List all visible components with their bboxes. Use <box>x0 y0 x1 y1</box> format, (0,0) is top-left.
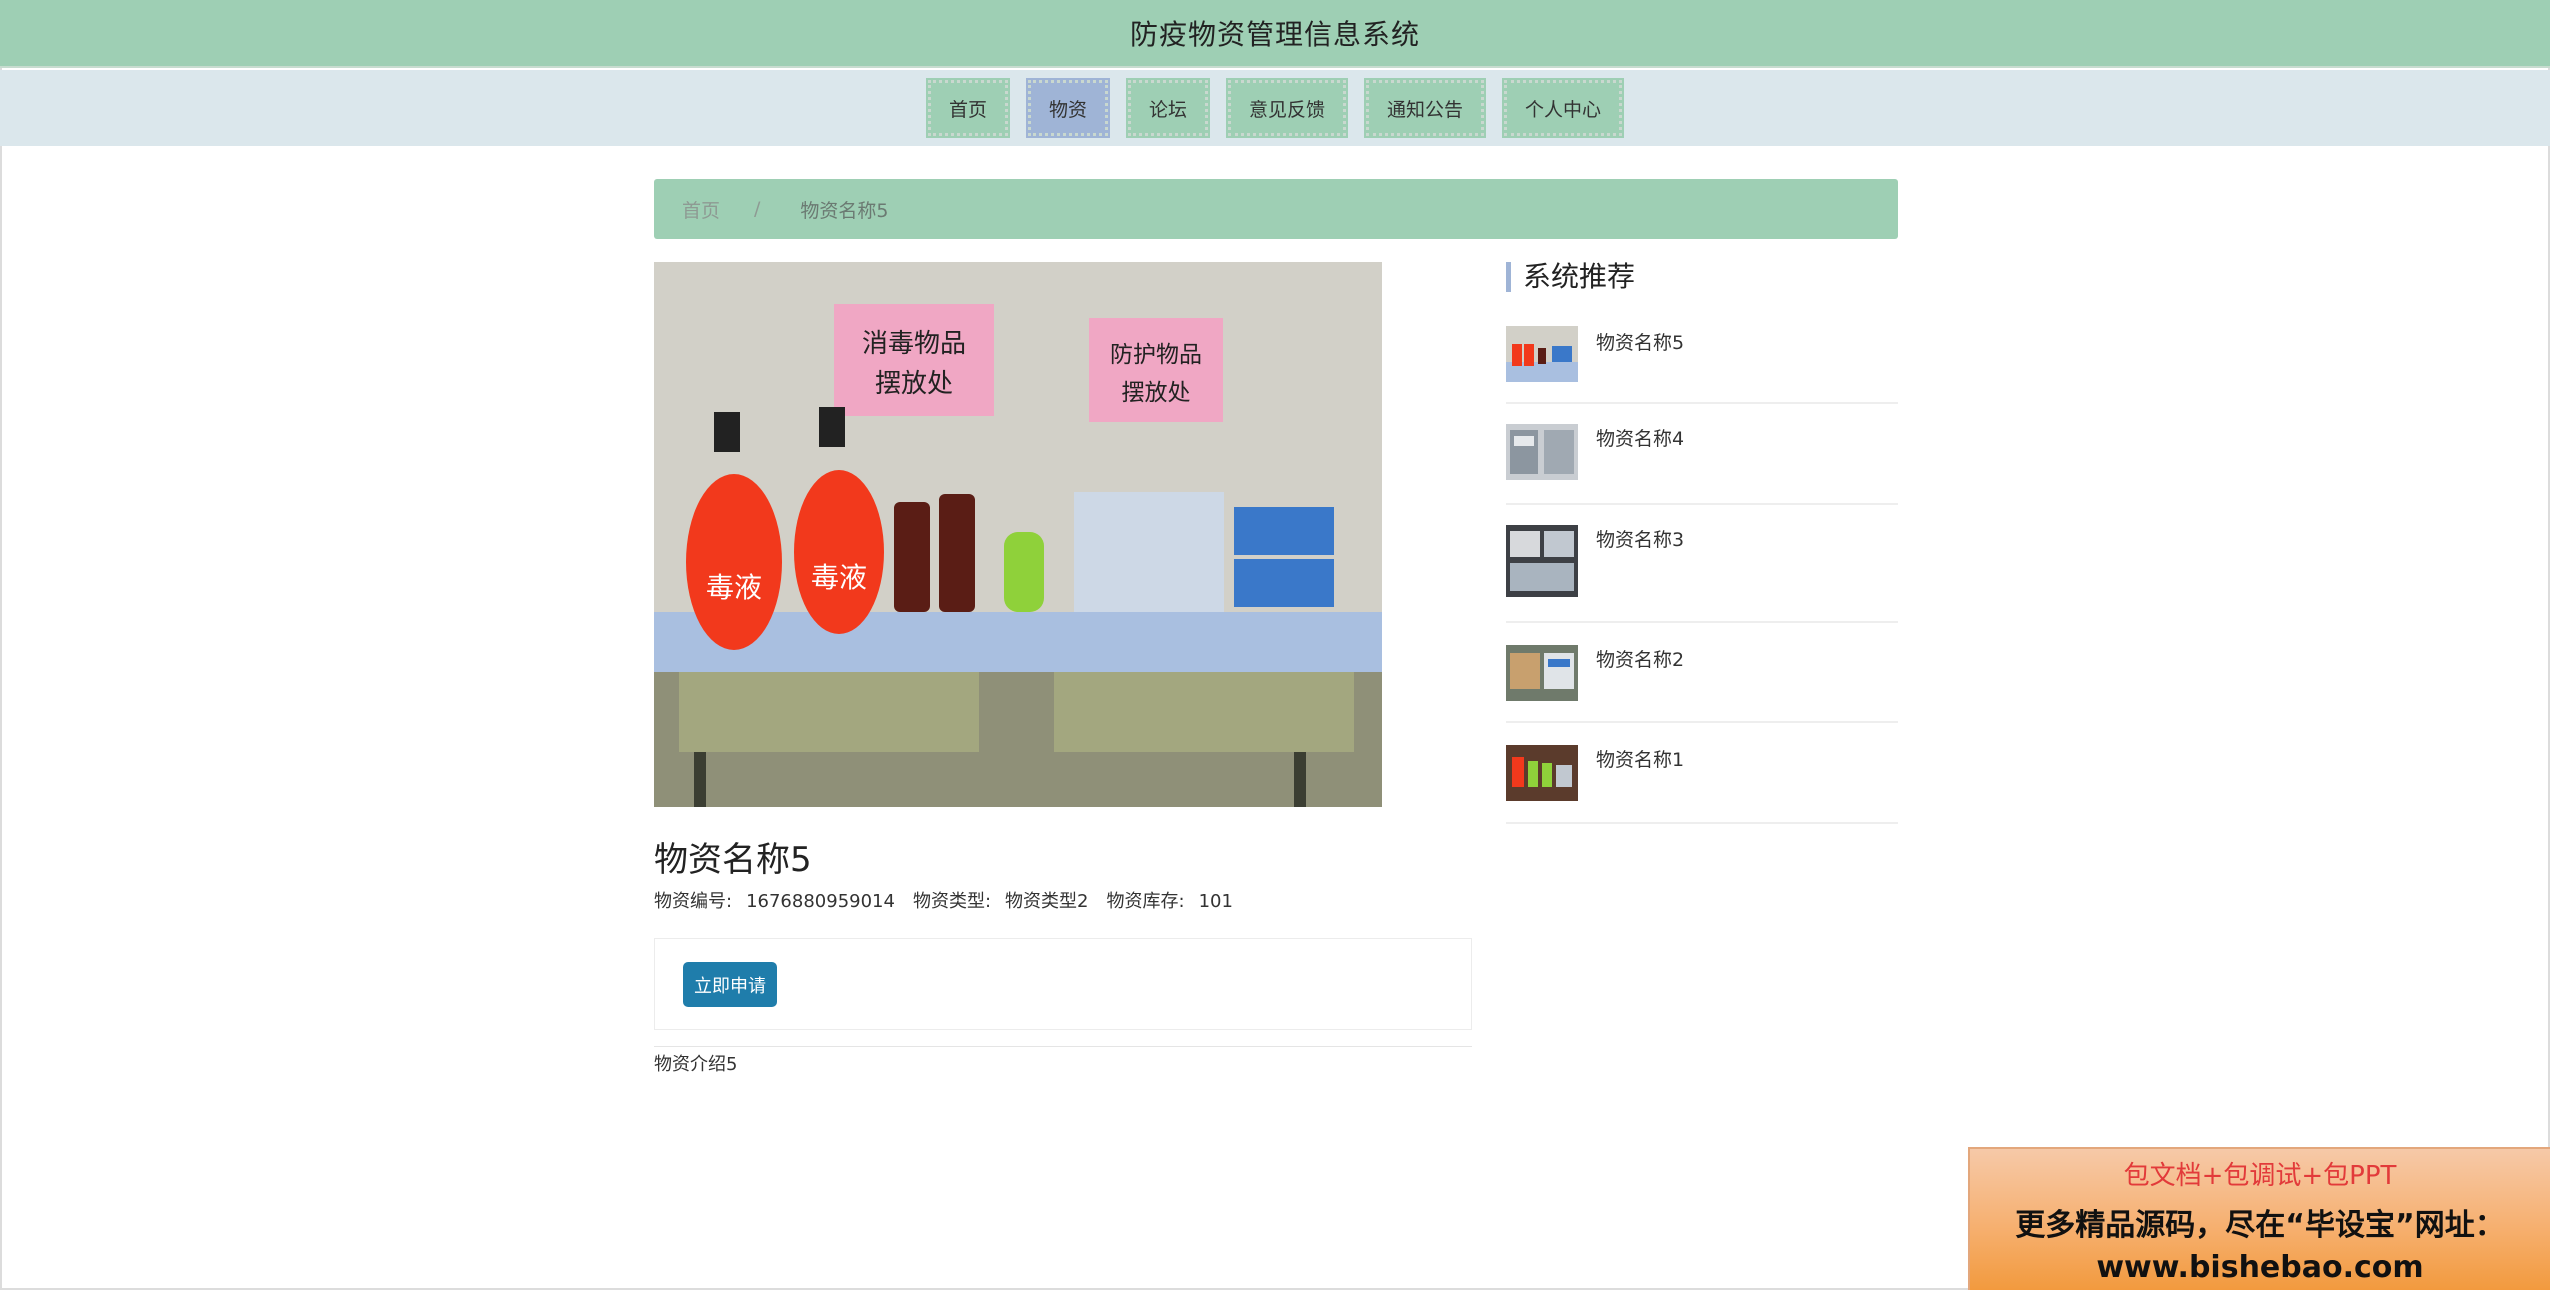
supply-stock: 物资库存: 101 <box>1107 887 1233 913</box>
nav-item-forum[interactable]: 论坛 <box>1125 78 1211 138</box>
supply-meta: 物资编号: 1676880959014 物资类型: 物资类型2 物资库存: 101 <box>654 887 1233 913</box>
sign-right-line2: 摆放处 <box>1122 380 1191 406</box>
sign-left-line1: 消毒物品 <box>862 329 966 359</box>
supply-stock-value: 101 <box>1198 891 1233 912</box>
nav-item-home[interactable]: 首页 <box>925 78 1010 138</box>
supply-title: 物资名称5 <box>654 840 812 880</box>
recommend-item[interactable]: 物资名称3 <box>1506 505 1898 623</box>
supply-stock-label: 物资库存: <box>1106 891 1185 912</box>
supply-type: 物资类型: 物资类型2 <box>913 887 1089 913</box>
bottle-label-left: 毒液 <box>706 571 762 604</box>
promo-line-1: 包文档+包调试+包PPT <box>2123 1161 2397 1191</box>
thumbnail-image <box>1506 424 1578 480</box>
recommend-item-name[interactable]: 物资名称1 <box>1596 745 1684 772</box>
promo-line-2: 更多精品源码，尽在“毕设宝”网址： <box>2015 1208 2505 1243</box>
recommend-item[interactable]: 物资名称4 <box>1506 404 1898 505</box>
recommend-item-name[interactable]: 物资名称2 <box>1596 645 1684 672</box>
supply-code: 物资编号: 1676880959014 <box>654 887 895 913</box>
thumbnail-image <box>1506 645 1578 701</box>
thumbnail-image <box>1506 745 1578 801</box>
recommend-thumbnail[interactable] <box>1506 645 1578 701</box>
supply-type-value: 物资类型2 <box>1005 891 1089 912</box>
recommend-title: 系统推荐 <box>1506 262 1635 292</box>
recommend-thumbnail[interactable] <box>1506 525 1578 597</box>
recommend-item[interactable]: 物资名称2 <box>1506 623 1898 723</box>
supply-photo-illustration: 消毒物品 摆放处 防护物品 摆放处 毒液 毒液 <box>654 262 1382 807</box>
supply-type-label: 物资类型: <box>912 891 992 912</box>
site-title: 防疫物资管理信息系统 <box>1129 18 1420 51</box>
breadcrumb-current: 物资名称5 <box>800 199 889 222</box>
nav-item-notices[interactable]: 通知公告 <box>1364 78 1487 138</box>
nav-item-profile[interactable]: 个人中心 <box>1502 78 1625 138</box>
promo-banner[interactable]: 包文档+包调试+包PPT 更多精品源码，尽在“毕设宝”网址： www.bishe… <box>1968 1147 2550 1290</box>
bottle-label-right: 毒液 <box>811 561 867 594</box>
site-header: 防疫物资管理信息系统 <box>0 0 2550 68</box>
supply-code-label: 物资编号: <box>654 891 733 912</box>
recommend-item-name[interactable]: 物资名称5 <box>1596 328 1684 355</box>
nav-item-supplies[interactable]: 物资 <box>1025 78 1110 138</box>
recommend-thumbnail[interactable] <box>1506 745 1578 801</box>
thumbnail-image <box>1506 326 1578 382</box>
main-nav: 首页 物资 论坛 意见反馈 通知公告 个人中心 <box>0 70 2550 146</box>
content-divider <box>654 1046 1472 1047</box>
recommend-item[interactable]: 物资名称5 <box>1506 312 1898 404</box>
promo-url[interactable]: www.bishebao.com <box>1970 1250 2550 1285</box>
recommend-list: 物资名称5 物资名称4 物资名称3 物资名称2 物资名称1 <box>1506 312 1898 824</box>
supply-main-image: 消毒物品 摆放处 防护物品 摆放处 毒液 毒液 <box>654 262 1382 807</box>
sign-left-line2: 摆放处 <box>875 369 953 399</box>
sign-right-line1: 防护物品 <box>1110 342 1202 368</box>
action-box: 立即申请 <box>654 938 1472 1030</box>
supply-intro: 物资介绍5 <box>654 1054 738 1075</box>
breadcrumb-separator: / <box>754 198 761 220</box>
breadcrumb: 首页 / 物资名称5 <box>654 179 1898 239</box>
recommend-item[interactable]: 物资名称1 <box>1506 723 1898 824</box>
recommend-thumbnail[interactable] <box>1506 424 1578 480</box>
recommend-thumbnail[interactable] <box>1506 326 1578 382</box>
breadcrumb-home-link[interactable]: 首页 <box>682 196 720 223</box>
supply-code-value: 1676880959014 <box>746 891 895 912</box>
nav-item-feedback[interactable]: 意见反馈 <box>1225 78 1349 138</box>
thumbnail-image <box>1506 525 1578 597</box>
recommend-item-name[interactable]: 物资名称4 <box>1596 424 1684 451</box>
recommend-item-name[interactable]: 物资名称3 <box>1596 525 1684 552</box>
apply-now-button[interactable]: 立即申请 <box>683 962 777 1007</box>
